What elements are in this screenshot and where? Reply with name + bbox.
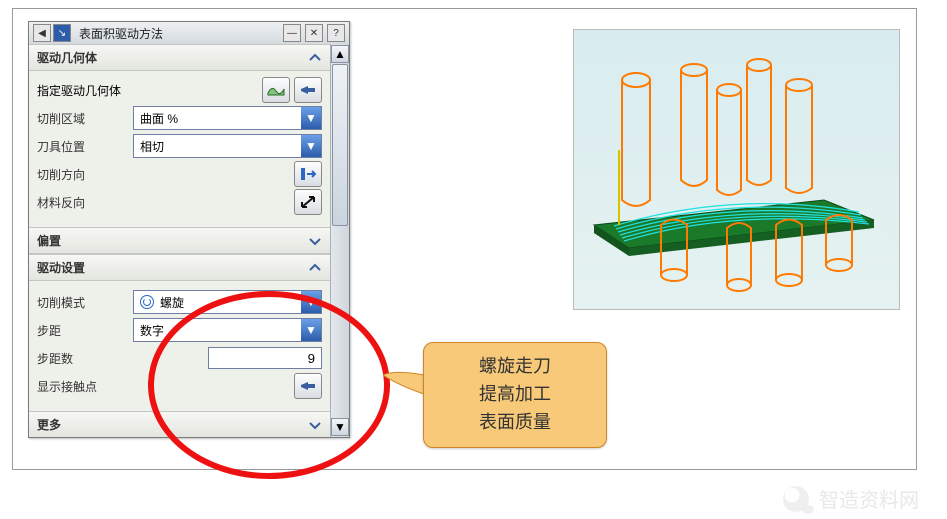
label-cut-dir: 切削方向 [37, 166, 133, 183]
label-step-count: 步距数 [37, 350, 133, 367]
scroll-up-icon[interactable]: ▲ [331, 45, 349, 63]
select-value: 相切 [140, 138, 164, 155]
select-cut-area[interactable]: 曲面 % ▼ [133, 106, 322, 130]
scroll-thumb[interactable] [332, 64, 348, 226]
section-more[interactable]: 更多 [29, 411, 330, 437]
label-cut-mode: 切削模式 [37, 294, 133, 311]
chevron-down-icon [308, 234, 322, 248]
watermark: 智造资料网 [783, 484, 919, 513]
section-offset[interactable]: 偏置 [29, 227, 330, 254]
label-mat-rev: 材料反向 [37, 194, 133, 211]
surface-picker-icon[interactable] [262, 77, 290, 103]
callout-note: 螺旋走刀 提高加工 表面质量 [423, 342, 607, 448]
chevron-down-icon: ▼ [301, 107, 321, 129]
nav-back-icon[interactable]: ◀ [33, 24, 51, 42]
flashlight-icon[interactable] [294, 373, 322, 399]
select-value: 螺旋 [160, 294, 184, 311]
chevron-down-icon: ▼ [301, 291, 321, 313]
section-drive-geom[interactable]: 驱动几何体 [29, 44, 330, 71]
chevron-up-icon [308, 261, 322, 275]
nav-fwd-icon[interactable]: ↘ [53, 24, 71, 42]
dialog-titlebar: ◀ ↘ 表面积驱动方法 — ✕ ? [29, 22, 349, 44]
chevron-up-icon [308, 51, 322, 65]
label-step: 步距 [37, 322, 133, 339]
label-tool-pos: 刀具位置 [37, 138, 133, 155]
select-value: 曲面 % [140, 110, 178, 127]
callout-line: 提高加工 [440, 381, 590, 409]
spiral-icon [140, 295, 154, 309]
select-step[interactable]: 数字 ▼ [133, 318, 322, 342]
material-reverse-icon[interactable] [294, 189, 322, 215]
chevron-down-icon [308, 418, 322, 432]
callout-line: 螺旋走刀 [440, 353, 590, 381]
select-tool-pos[interactable]: 相切 ▼ [133, 134, 322, 158]
help-icon[interactable]: ? [327, 24, 345, 42]
section-heading: 驱动几何体 [37, 49, 97, 66]
select-cut-mode[interactable]: 螺旋 ▼ [133, 290, 322, 314]
cut-direction-icon[interactable] [294, 161, 322, 187]
dialog-title: 表面积驱动方法 [75, 25, 279, 42]
callout-line: 表面质量 [440, 409, 590, 437]
section-heading: 更多 [37, 416, 61, 433]
scroll-down-icon[interactable]: ▼ [331, 418, 349, 436]
select-value: 数字 [140, 322, 164, 339]
scroll-track[interactable] [332, 64, 348, 417]
section-heading: 偏置 [37, 232, 61, 249]
watermark-text: 智造资料网 [819, 484, 919, 513]
section-drive-set[interactable]: 驱动设置 [29, 254, 330, 281]
driver-dialog: ◀ ↘ 表面积驱动方法 — ✕ ? 驱动几何体 指定驱动几何体 [28, 21, 350, 438]
toolpath-preview [573, 29, 900, 310]
chevron-down-icon: ▼ [301, 135, 321, 157]
input-step-count[interactable] [208, 347, 322, 369]
flashlight-icon[interactable] [294, 77, 322, 103]
vertical-scrollbar[interactable]: ▲ ▼ [330, 44, 349, 437]
minimize-icon[interactable]: — [283, 24, 301, 42]
label-show-contact: 显示接触点 [37, 378, 167, 395]
label-cut-area: 切削区域 [37, 110, 133, 127]
slide-frame: ◀ ↘ 表面积驱动方法 — ✕ ? 驱动几何体 指定驱动几何体 [12, 8, 917, 470]
section-heading: 驱动设置 [37, 259, 85, 276]
chevron-down-icon: ▼ [301, 319, 321, 341]
close-icon[interactable]: ✕ [305, 24, 323, 42]
wechat-icon [783, 486, 809, 512]
label-specify-geom: 指定驱动几何体 [37, 82, 121, 99]
